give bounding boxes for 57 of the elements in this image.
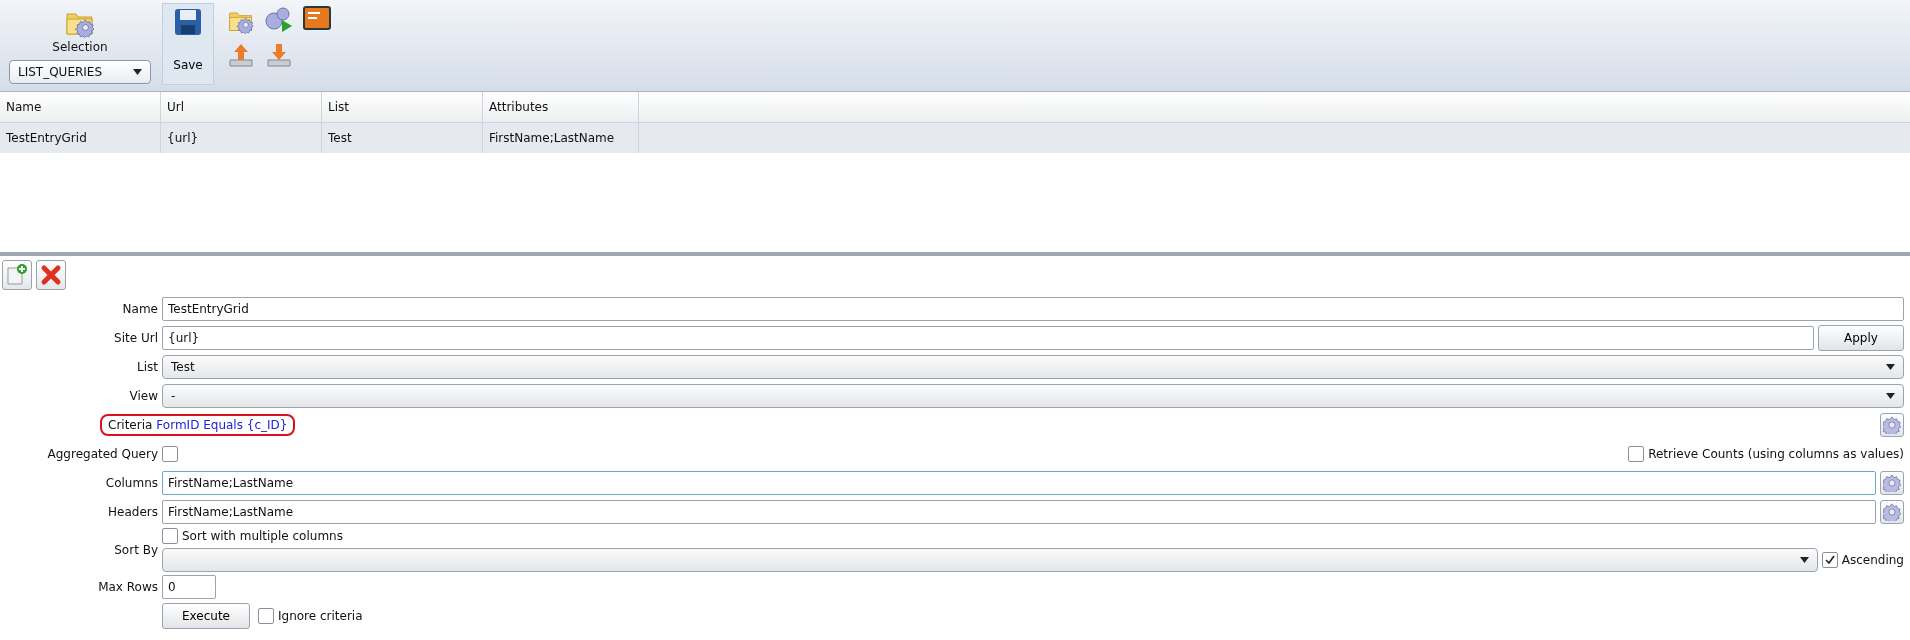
field-label: Site Url (113, 330, 158, 345)
apply-button[interactable]: Apply (1818, 324, 1904, 351)
checkbox-label: Retrieve Counts (using columns as values) (1648, 446, 1904, 461)
caret-icon (1886, 363, 1895, 370)
add-document-icon (5, 263, 29, 287)
field-label: List (136, 359, 158, 374)
text-field[interactable]: {url} (162, 325, 1814, 350)
settings-button[interactable] (1880, 470, 1904, 495)
text-field[interactable]: FirstName;LastName (162, 499, 1876, 524)
field-label: Name (121, 301, 158, 316)
checkbox[interactable] (1628, 445, 1645, 462)
checkbox-label: Ignore criteria (278, 608, 363, 623)
checkbox-label: Sort with multiple columns (182, 529, 343, 543)
text-field[interactable]: TestEntryGrid (162, 296, 1904, 321)
text-field[interactable]: FirstName;LastName (162, 470, 1876, 495)
checkbox[interactable] (1821, 552, 1838, 568)
field-label: Sort By (113, 543, 158, 557)
execute-button[interactable]: Execute (162, 602, 250, 629)
settings-button[interactable] (1880, 412, 1904, 437)
field-label: Headers (107, 504, 158, 519)
field-label: Aggregated Query (46, 446, 158, 461)
upload-tray-icon (228, 42, 254, 68)
table-cell: FirstName;LastName (483, 123, 639, 153)
presentation-icon (303, 6, 331, 30)
criteria-text: Criteria FormID Equals {c_ID} (100, 413, 296, 436)
delete-button[interactable] (36, 260, 66, 290)
settings-button[interactable] (1880, 499, 1904, 524)
column-header[interactable]: Url (161, 92, 322, 122)
caret-icon (133, 69, 142, 75)
checkbox[interactable] (258, 607, 274, 624)
table-cell: TestEntryGrid (0, 123, 161, 153)
checkbox-label: Ascending (1841, 553, 1904, 567)
field-label: Max Rows (97, 579, 158, 594)
checkbox[interactable] (162, 528, 178, 544)
gear-icon (1883, 415, 1901, 434)
download-tray-icon (266, 42, 292, 68)
save-button[interactable]: Save (162, 3, 214, 85)
checkbox[interactable] (162, 445, 178, 462)
dropdown[interactable]: - (162, 383, 1904, 408)
caret-icon (1886, 392, 1895, 399)
add-button[interactable] (2, 260, 32, 290)
caret-icon (1799, 557, 1809, 563)
table-cell: Test (322, 123, 483, 153)
column-header[interactable]: Name (0, 92, 161, 122)
table-cell: {url} (161, 123, 322, 153)
gear-icon (1883, 473, 1901, 492)
selection-label: Selection (52, 40, 108, 54)
field-label: View (128, 388, 158, 403)
delete-icon (40, 264, 62, 286)
dropdown[interactable]: Test (162, 354, 1904, 379)
gear-icon (1883, 502, 1901, 521)
column-header[interactable]: Attributes (483, 92, 639, 122)
selection-dropdown[interactable]: LIST_QUERIES (9, 60, 151, 84)
field-label: Columns (104, 475, 158, 490)
column-header[interactable]: List (322, 92, 483, 122)
text-field[interactable]: 0 (162, 574, 216, 599)
table-row[interactable]: TestEntryGrid {url} Test FirstName;LastName (0, 123, 1910, 153)
